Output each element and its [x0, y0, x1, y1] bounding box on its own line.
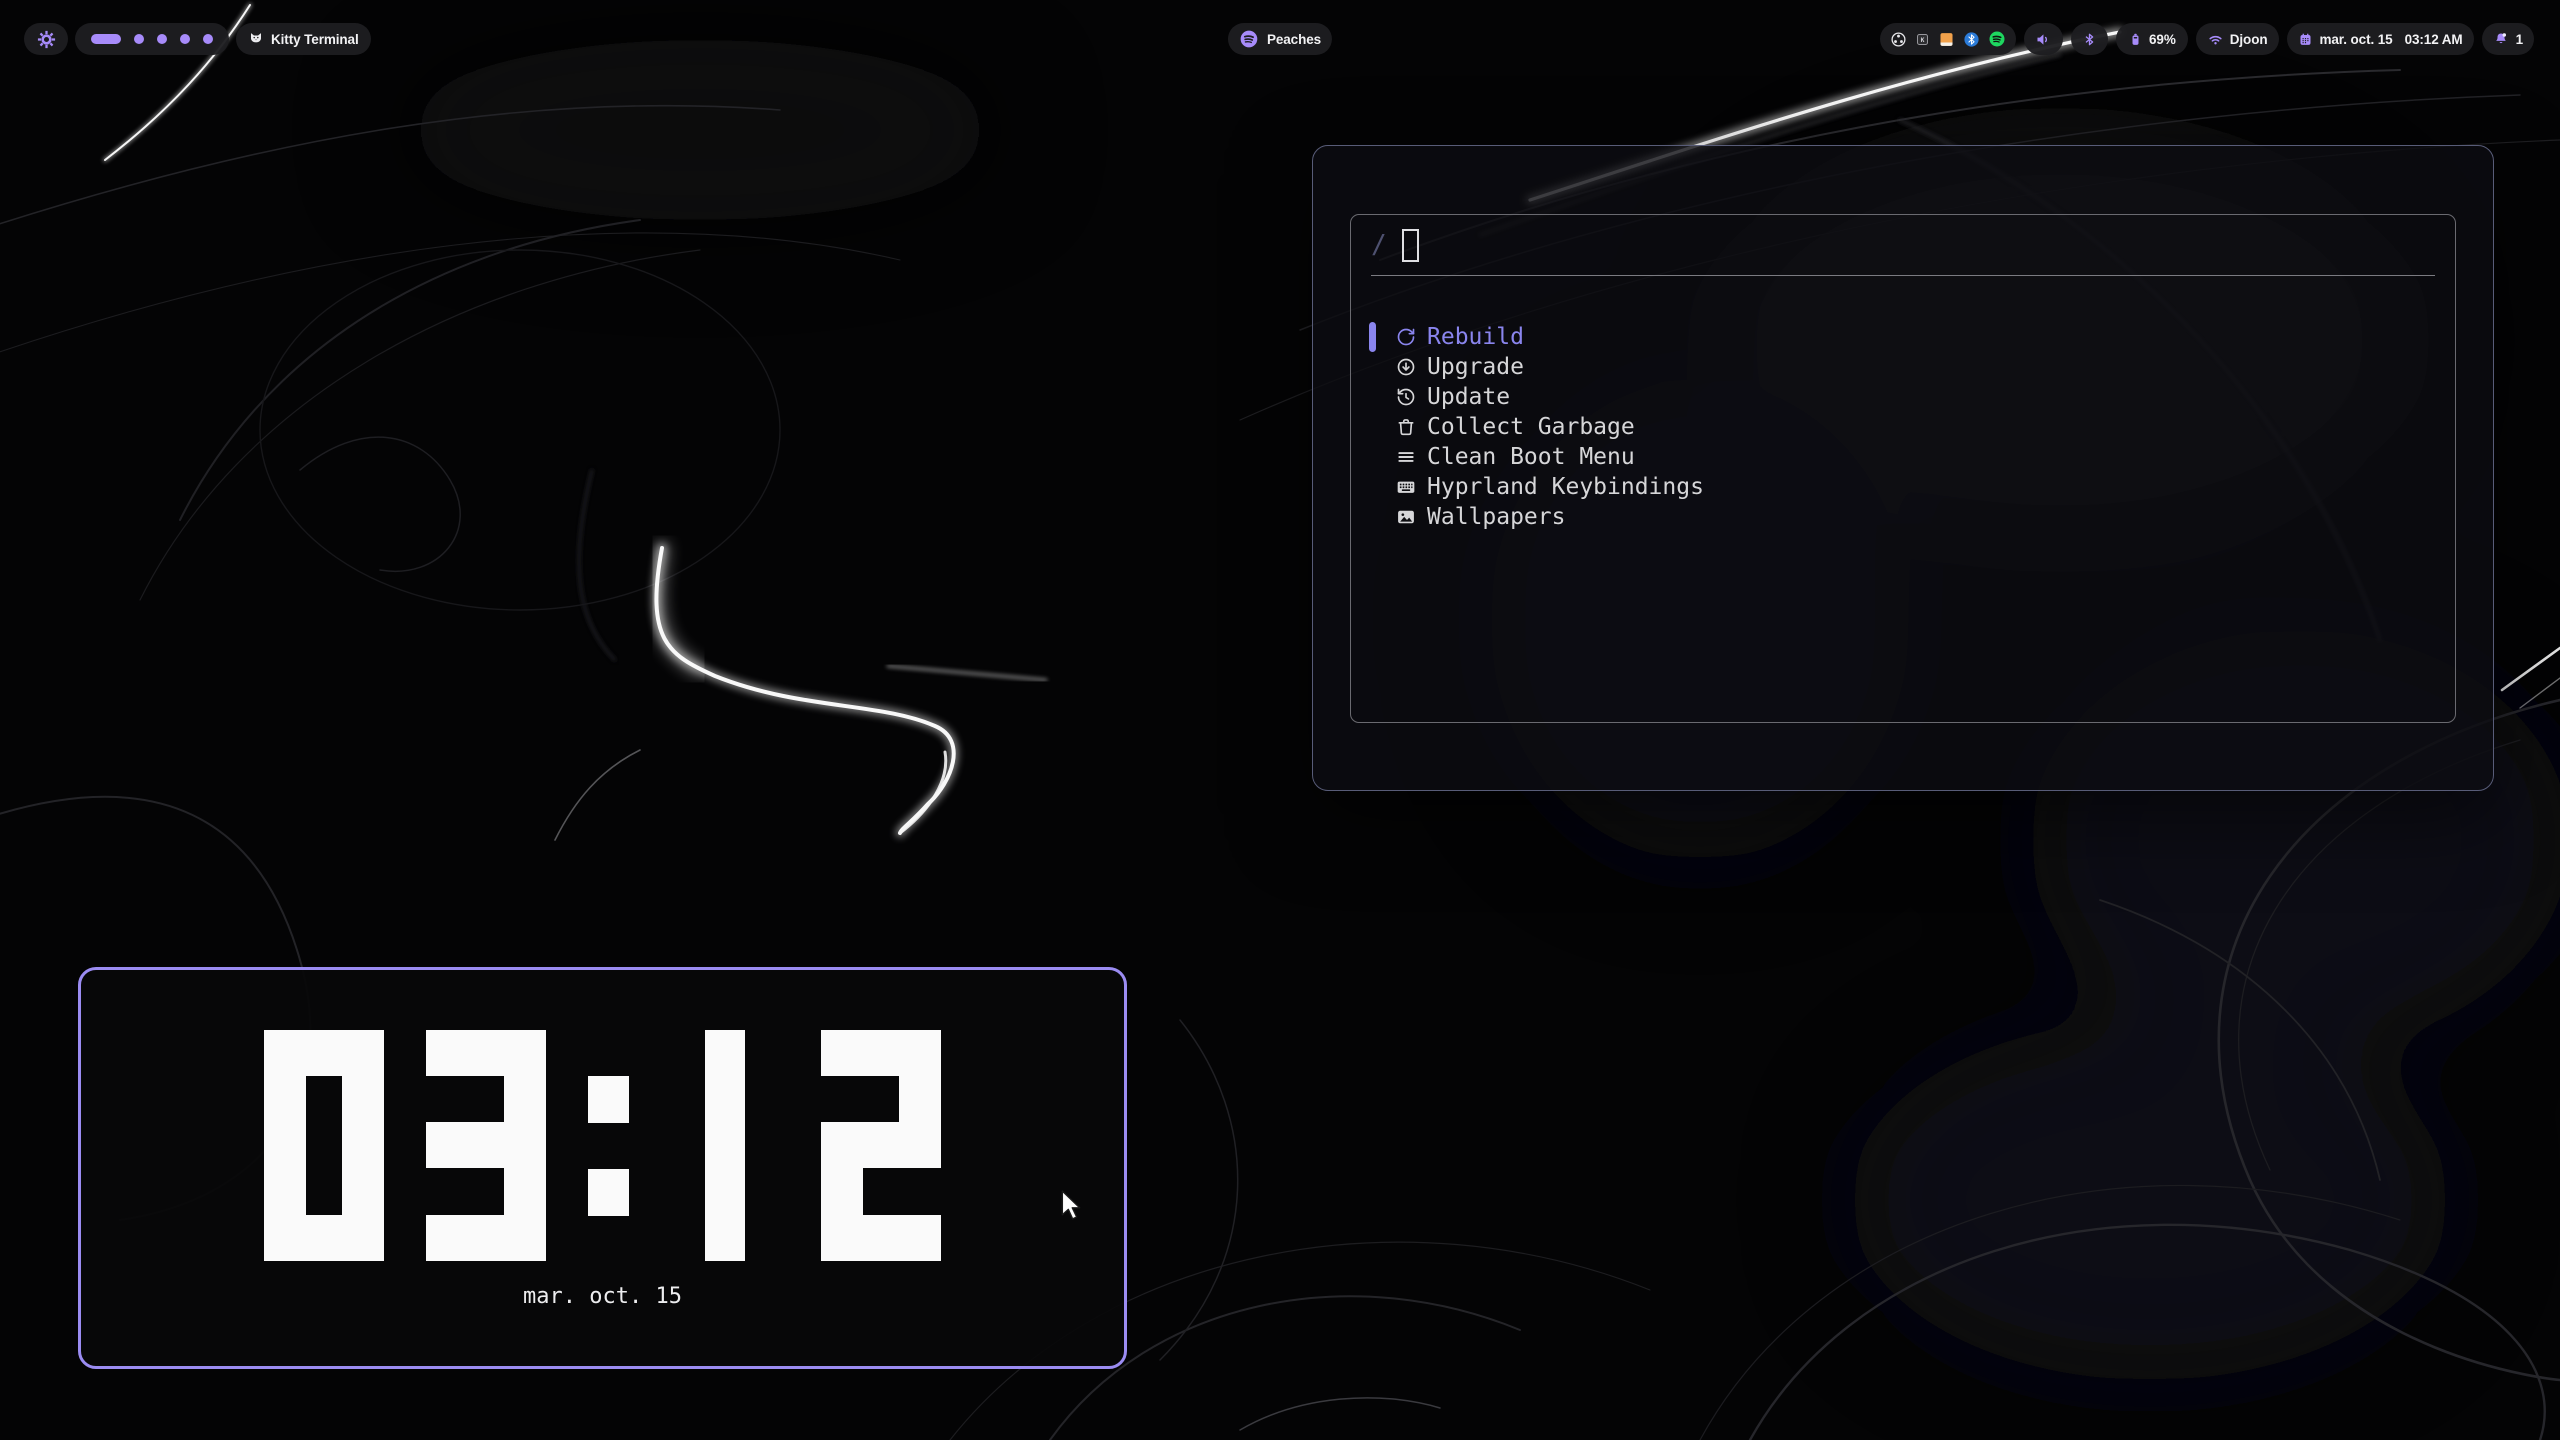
- volume-pill[interactable]: [2024, 23, 2063, 55]
- workspace-dot[interactable]: [203, 34, 213, 44]
- menu-list: Rebuild Upgrade Update Collect Garbage C…: [1351, 322, 2455, 532]
- network-ssid: Djoon: [2230, 32, 2268, 47]
- media-pill[interactable]: Peaches: [1228, 23, 1332, 55]
- workspace-dot[interactable]: [134, 34, 144, 44]
- disc-icon[interactable]: [1890, 31, 1907, 48]
- system-tray-pill: K: [1880, 23, 2016, 55]
- wifi-icon: [2207, 31, 2224, 48]
- top-status-bar: Kitty Terminal Peaches K 69%: [0, 23, 2560, 55]
- text-cursor: [1402, 229, 1419, 262]
- spotify-icon: [1239, 29, 1259, 49]
- clock-colon: [588, 1030, 629, 1261]
- calendar-icon: [2298, 32, 2313, 47]
- clock-digit-2: [821, 1030, 941, 1261]
- menu-item-update[interactable]: Update: [1351, 382, 2455, 412]
- menu-item-label: Upgrade: [1427, 354, 1524, 380]
- bluetooth-pill[interactable]: [2071, 23, 2108, 55]
- bar-left-cluster: Kitty Terminal: [24, 23, 371, 55]
- gear-flake-icon: [36, 29, 57, 50]
- battery-pill[interactable]: 69%: [2116, 23, 2188, 55]
- image-icon: [1396, 507, 1416, 527]
- svg-text:K: K: [1921, 37, 1925, 44]
- datetime-pill[interactable]: mar. oct. 15 03:12 AM: [2287, 23, 2474, 55]
- window-title-pill[interactable]: Kitty Terminal: [236, 23, 371, 55]
- search-separator: [1371, 275, 2435, 276]
- search-prompt: /: [1371, 230, 1387, 260]
- menu-item-label: Rebuild: [1427, 324, 1524, 350]
- spotify-badge-icon[interactable]: [1988, 30, 2006, 48]
- menu-item-upgrade[interactable]: Upgrade: [1351, 352, 2455, 382]
- menu-item-label: Collect Garbage: [1427, 414, 1635, 440]
- clock-date: mar. oct. 15: [523, 1284, 682, 1309]
- keyboard-icon: [1396, 477, 1416, 497]
- clock-digit-0: [264, 1030, 384, 1261]
- media-title: Peaches: [1267, 32, 1321, 47]
- launcher-button[interactable]: [24, 23, 68, 55]
- notifications-pill[interactable]: 1: [2482, 23, 2534, 55]
- bluetooth-icon: [2082, 32, 2097, 47]
- notebook-icon[interactable]: [1938, 31, 1955, 48]
- selection-indicator: [1369, 322, 1376, 352]
- battery-percent: 69%: [2149, 32, 2176, 47]
- clock-digit-1: [705, 1030, 745, 1261]
- bar-time: 03:12 AM: [2405, 32, 2463, 47]
- k-app-icon[interactable]: K: [1915, 32, 1930, 47]
- menu-item-label: Hyprland Keybindings: [1427, 474, 1704, 500]
- clock-widget: mar. oct. 15: [78, 967, 1127, 1369]
- update-icon: [1396, 387, 1416, 407]
- workspace-dot[interactable]: [157, 34, 167, 44]
- upgrade-icon: [1396, 357, 1416, 377]
- battery-icon: [2128, 32, 2143, 47]
- cat-icon: [248, 31, 264, 47]
- network-pill[interactable]: Djoon: [2196, 23, 2279, 55]
- trash-icon: [1396, 417, 1416, 437]
- speaker-icon: [2035, 31, 2052, 48]
- menu-item-label: Update: [1427, 384, 1510, 410]
- window-title: Kitty Terminal: [271, 32, 359, 47]
- menu-item-clean-boot-menu[interactable]: Clean Boot Menu: [1351, 442, 2455, 472]
- bar-right-cluster: K 69% Djoon mar. oct. 15 03:12 AM: [1880, 23, 2534, 55]
- menu-item-label: Wallpapers: [1427, 504, 1565, 530]
- menu-item-hyprland-keybindings[interactable]: Hyprland Keybindings: [1351, 472, 2455, 502]
- launcher-panel: / Rebuild Upgrade Update Collect Garbage…: [1312, 145, 2494, 791]
- bluetooth-badge-icon[interactable]: [1963, 31, 1980, 48]
- menu-item-wallpapers[interactable]: Wallpapers: [1351, 502, 2455, 532]
- menu-icon: [1396, 447, 1416, 467]
- menu-item-label: Clean Boot Menu: [1427, 444, 1635, 470]
- menu-item-collect-garbage[interactable]: Collect Garbage: [1351, 412, 2455, 442]
- workspaces-pill[interactable]: [75, 23, 229, 55]
- refresh-icon: [1396, 327, 1416, 347]
- notification-count: 1: [2516, 32, 2523, 47]
- workspace-dot[interactable]: [180, 34, 190, 44]
- bar-center-cluster: Peaches: [1228, 23, 1332, 55]
- search-input[interactable]: /: [1351, 215, 2455, 275]
- clock-time: [264, 1030, 941, 1261]
- launcher-inner-box: / Rebuild Upgrade Update Collect Garbage…: [1350, 214, 2456, 723]
- menu-item-rebuild[interactable]: Rebuild: [1351, 322, 2455, 352]
- bell-icon: [2493, 31, 2509, 47]
- bar-date: mar. oct. 15: [2320, 32, 2393, 47]
- mouse-cursor-icon: [1058, 1190, 1084, 1220]
- clock-digit-3: [426, 1030, 546, 1261]
- workspace-active[interactable]: [91, 34, 121, 44]
